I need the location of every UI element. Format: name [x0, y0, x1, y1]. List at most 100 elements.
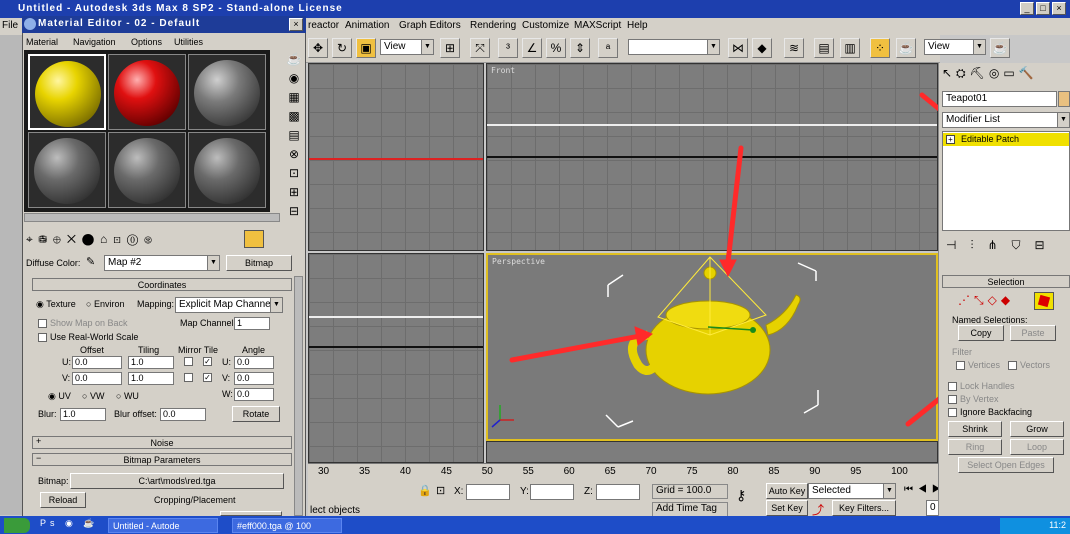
noise-expand-icon[interactable]: + — [36, 436, 41, 446]
quick-render-icon[interactable]: ☕ — [990, 38, 1010, 58]
minimize-button[interactable]: _ — [1020, 2, 1034, 15]
grow-button[interactable]: Grow — [1010, 421, 1064, 437]
v-offset-spinner[interactable]: 0.0 — [72, 372, 122, 385]
start-button[interactable] — [4, 518, 30, 533]
selected-combo[interactable]: Selected ▼ — [808, 483, 896, 499]
u-tile-checkbox[interactable]: ✓ — [203, 356, 215, 367]
absolute-mode-icon[interactable]: ⊡ — [436, 484, 445, 497]
taskbar-item-3dsmax[interactable]: Untitled - Autode — [108, 518, 218, 533]
angle-snap-icon[interactable]: ∠ — [522, 38, 542, 58]
set-key-button[interactable]: Set Key — [766, 500, 808, 516]
viewport-top[interactable] — [308, 63, 484, 251]
menu-help[interactable]: Help — [627, 20, 648, 31]
stack-tools[interactable]: ⊣⫶⋔⛉⊟ — [946, 238, 1059, 253]
modifier-list-combo[interactable]: Modifier List ▼ — [942, 112, 1070, 128]
command-panel-tabs[interactable]: ↖⛭⛏◎▭🔨 — [942, 66, 1038, 81]
schematic-view-icon[interactable]: ▥ — [840, 38, 860, 58]
paste-button[interactable]: Paste — [1010, 325, 1056, 341]
v-tile-checkbox[interactable]: ✓ — [203, 372, 215, 383]
render-view-combo[interactable]: View ▼ — [924, 39, 986, 55]
sample-slot[interactable] — [188, 54, 266, 130]
reference-coordinate-combo[interactable]: View ▼ — [380, 39, 434, 55]
menu-animation[interactable]: Animation — [345, 20, 389, 31]
u-angle-spinner[interactable]: 0.0 — [234, 356, 274, 369]
mirror-icon[interactable]: ⋈ — [728, 38, 748, 58]
element-mode-icon[interactable] — [1034, 292, 1054, 310]
viewport-front[interactable]: Front — [486, 63, 938, 251]
material-editor-icon[interactable]: ⁘ — [870, 38, 890, 58]
pivot-icon[interactable]: ⊞ — [440, 38, 460, 58]
auto-key-button[interactable]: Auto Key — [766, 483, 808, 499]
select-open-edges-button[interactable]: Select Open Edges — [958, 457, 1054, 473]
object-name-field[interactable]: Teapot01 — [942, 91, 1057, 107]
z-coordinate-field[interactable] — [596, 484, 640, 500]
menu-rendering[interactable]: Rendering — [470, 20, 516, 31]
sample-slot[interactable] — [188, 132, 266, 208]
viewport-left[interactable] — [308, 253, 484, 463]
key-filters-button[interactable]: Key Filters... — [832, 500, 896, 516]
y-coordinate-field[interactable] — [530, 484, 574, 500]
sample-slot[interactable] — [28, 54, 106, 130]
rotate-icon[interactable]: ↻ — [332, 38, 352, 58]
taskbar-item-photoshop[interactable]: #eff000.tga @ 100 — [232, 518, 342, 533]
lock-selection-icon[interactable]: 🔒 — [418, 484, 432, 497]
vectors-checkbox[interactable]: Vectors — [1008, 360, 1050, 371]
lock-handles-checkbox[interactable]: Lock Handles — [948, 381, 1015, 392]
layer-manager-icon[interactable]: ≋ — [784, 38, 804, 58]
blur-offset-spinner[interactable]: 0.0 — [160, 408, 206, 421]
menu-file[interactable]: File — [2, 20, 18, 31]
quick-launch-icons[interactable]: Ps ◉ ☕ — [40, 518, 99, 529]
me-bottom-toolbar[interactable]: ⌖⛁⊕✕⬤⌂⊡⓪⊛ — [26, 232, 158, 247]
coordinates-rollout[interactable]: Coordinates — [32, 278, 292, 291]
named-selection-icon[interactable]: ᵃ — [598, 38, 618, 58]
map-channel-spinner[interactable]: 1 — [234, 317, 270, 330]
w-angle-spinner[interactable]: 0.0 — [234, 388, 274, 401]
timeline[interactable]: 30 35 40 45 50 55 60 65 70 75 80 85 90 9… — [308, 463, 938, 483]
noise-rollout[interactable]: Noise — [32, 436, 292, 449]
bitmap-path-button[interactable]: C:\art\mods\red.tga — [70, 473, 284, 489]
align-icon[interactable]: ◆ — [752, 38, 772, 58]
maximize-button[interactable]: □ — [1036, 2, 1050, 15]
stack-item-editable-patch[interactable]: Editable Patch — [943, 133, 1069, 146]
copy-button[interactable]: Copy — [958, 325, 1004, 341]
select-manipulate-icon[interactable]: ⤧ — [470, 38, 490, 58]
me-vertical-scrollbar[interactable] — [294, 276, 303, 516]
vw-radio[interactable]: ○ VW — [82, 391, 104, 401]
menu-graph-editors[interactable]: Graph Editors — [399, 20, 461, 31]
bitmap-collapse-icon[interactable]: − — [36, 453, 41, 463]
u-mirror-checkbox[interactable] — [184, 356, 196, 367]
spinner-snap-icon[interactable]: ⇕ — [570, 38, 590, 58]
map-name-combo[interactable]: Map #2 ▼ — [104, 255, 220, 271]
ring-button[interactable]: Ring — [948, 439, 1002, 455]
show-map-on-back-checkbox[interactable]: Show Map on Back — [38, 318, 128, 329]
ignore-backfacing-checkbox[interactable]: Ignore Backfacing — [948, 407, 1032, 418]
shrink-button[interactable]: Shrink — [948, 421, 1002, 437]
u-offset-spinner[interactable]: 0.0 — [72, 356, 122, 369]
menu-reactor[interactable]: reactor — [308, 20, 339, 31]
rotate-button[interactable]: Rotate — [232, 406, 280, 422]
loop-button[interactable]: Loop — [1010, 439, 1064, 455]
show-map-in-viewport-icon[interactable] — [244, 230, 264, 248]
me-menu-options[interactable]: Options — [131, 37, 162, 47]
me-menu-utilities[interactable]: Utilities — [174, 37, 203, 47]
snap-3d-icon[interactable]: ³ — [498, 38, 518, 58]
scale-icon[interactable]: ▣ — [356, 38, 376, 58]
blur-spinner[interactable]: 1.0 — [60, 408, 106, 421]
environ-radio[interactable]: ○ Environ — [86, 299, 124, 309]
vertices-checkbox[interactable]: Vertices — [956, 360, 1000, 371]
percent-snap-icon[interactable]: % — [546, 38, 566, 58]
sample-slot[interactable] — [108, 132, 186, 208]
v-angle-spinner[interactable]: 0.0 — [234, 372, 274, 385]
selection-rollout[interactable]: Selection — [942, 275, 1070, 288]
key-icon[interactable]: ⚷ — [736, 487, 746, 504]
reload-button[interactable]: Reload — [40, 492, 86, 508]
map-type-button[interactable]: Bitmap — [226, 255, 292, 271]
wu-radio[interactable]: ○ WU — [116, 391, 139, 401]
uv-radio[interactable]: ◉ UV — [48, 391, 71, 402]
real-world-scale-checkbox[interactable]: Use Real-World Scale — [38, 332, 138, 343]
named-selection-sets-combo[interactable]: ▼ — [628, 39, 720, 55]
viewport-perspective[interactable]: Perspective — [486, 253, 938, 441]
close-button[interactable]: × — [1052, 2, 1066, 15]
move-icon[interactable]: ✥ — [308, 38, 328, 58]
object-color-swatch[interactable] — [1058, 91, 1070, 107]
